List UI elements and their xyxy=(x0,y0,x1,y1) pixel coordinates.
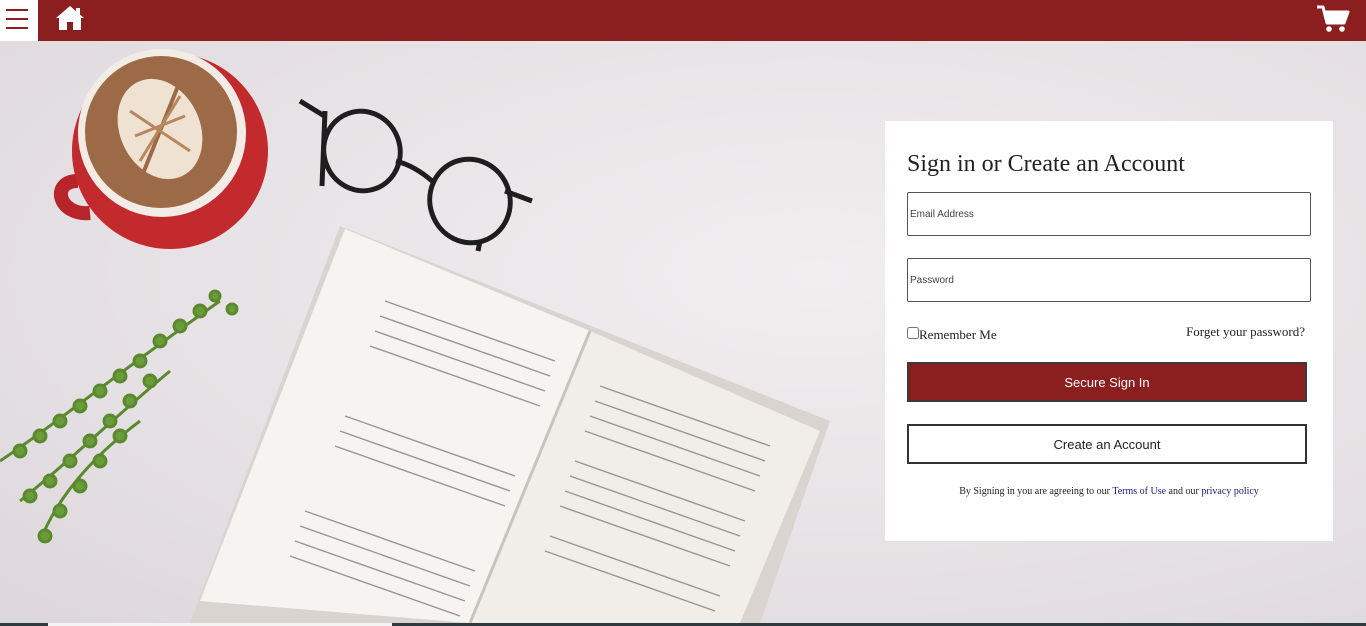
remember-me-label: Remember Me xyxy=(919,327,997,342)
top-navigation-bar xyxy=(0,0,1366,41)
glasses-illustration xyxy=(298,98,533,252)
home-button[interactable] xyxy=(54,4,86,32)
terms-notice: By Signing in you are agreeing to our Te… xyxy=(885,486,1333,497)
terms-prefix-text: By Signing in you are agreeing to our xyxy=(959,486,1113,497)
signin-card: Sign in or Create an Account Remember Me… xyxy=(885,121,1333,541)
create-account-button[interactable]: Create an Account xyxy=(907,424,1307,464)
email-input[interactable] xyxy=(907,192,1311,236)
plant-illustration xyxy=(0,289,239,544)
hamburger-menu-button[interactable] xyxy=(0,0,38,41)
open-book-illustration xyxy=(190,226,830,623)
privacy-policy-link[interactable]: privacy policy xyxy=(1201,486,1258,497)
coffee-cup-illustration xyxy=(53,49,268,249)
remember-me-checkbox[interactable] xyxy=(907,327,919,339)
remember-me-control[interactable]: Remember Me xyxy=(907,323,997,343)
hamburger-icon xyxy=(6,9,28,11)
terms-of-use-link[interactable]: Terms of Use xyxy=(1112,486,1166,497)
secure-signin-button[interactable]: Secure Sign In xyxy=(907,362,1307,402)
cart-icon xyxy=(1317,5,1350,32)
terms-middle-text: and our xyxy=(1166,486,1202,497)
signin-title: Sign in or Create an Account xyxy=(907,151,1185,177)
password-input[interactable] xyxy=(907,258,1311,302)
cart-button[interactable] xyxy=(1316,4,1350,34)
home-icon xyxy=(56,6,84,30)
forgot-password-link[interactable]: Forget your password? xyxy=(1186,324,1305,340)
